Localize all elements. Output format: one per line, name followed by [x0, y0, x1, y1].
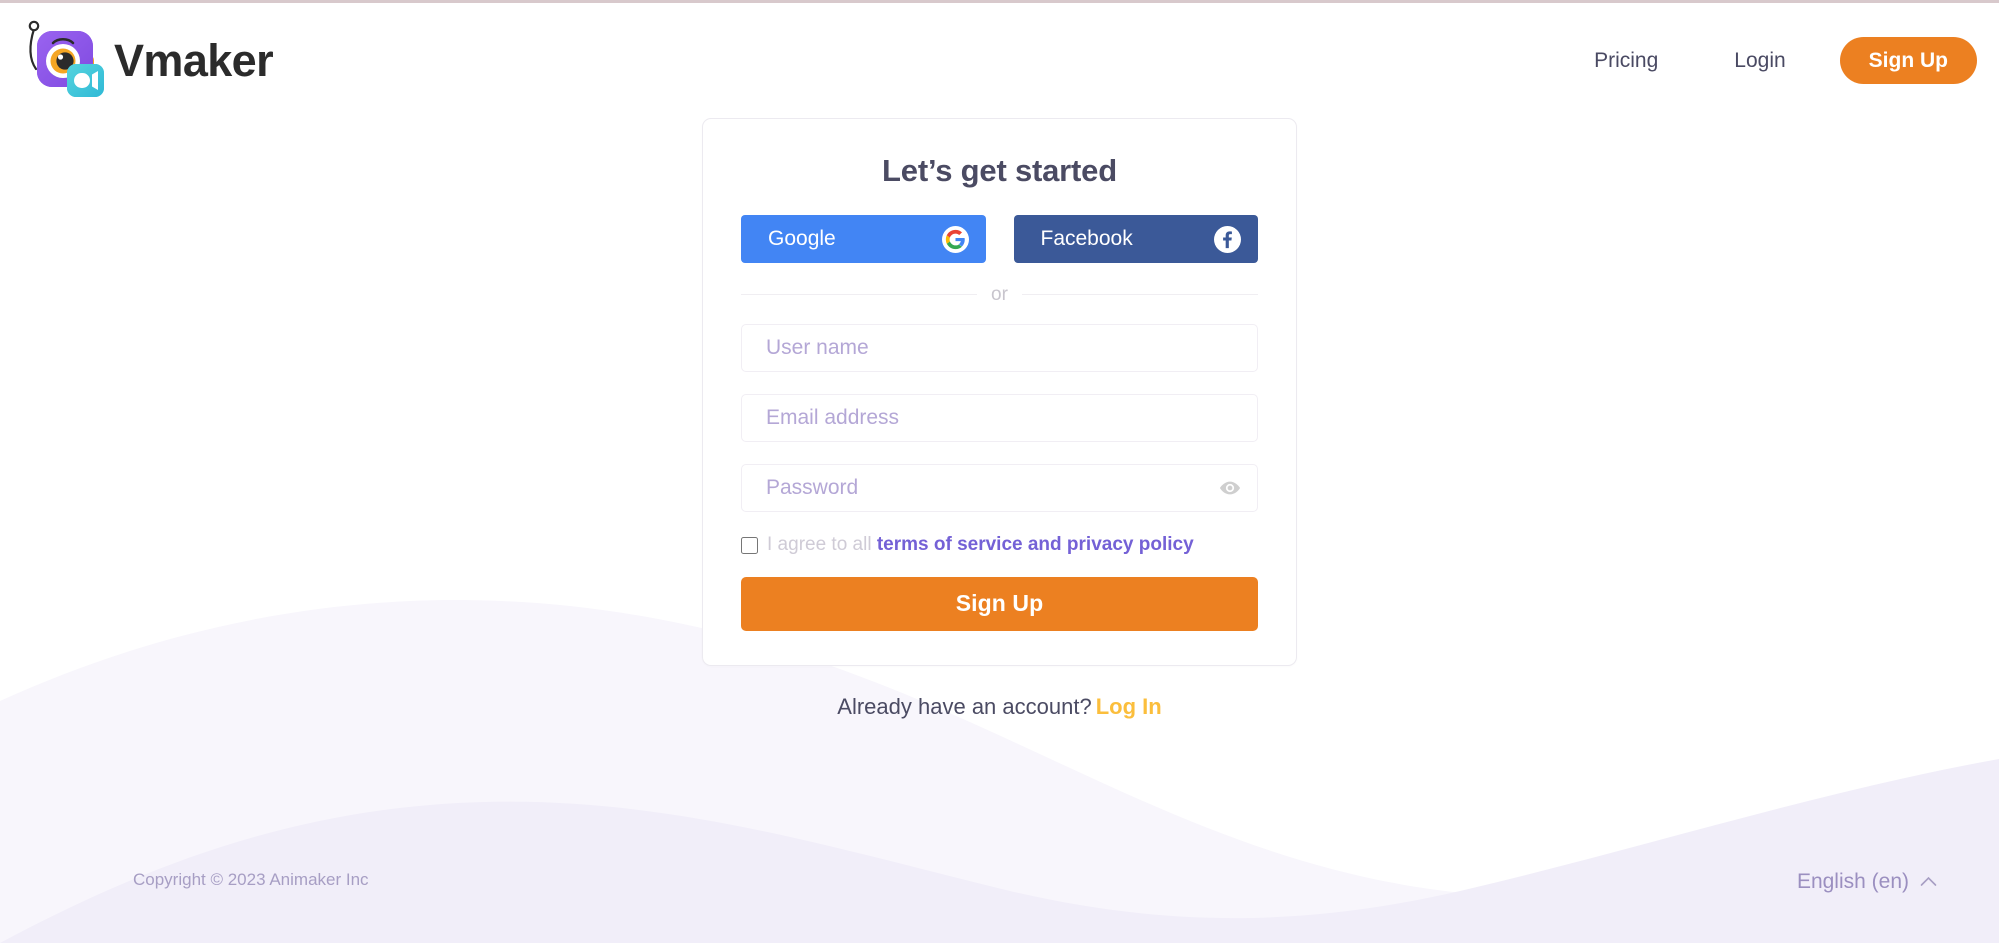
social-login-row: Google Facebook	[741, 215, 1258, 263]
email-input[interactable]	[741, 394, 1258, 442]
page-title: Let’s get started	[882, 153, 1117, 188]
terms-of-service-link[interactable]: terms of service and privacy policy	[877, 534, 1194, 555]
google-signup-button[interactable]: Google	[741, 215, 986, 263]
divider-label: or	[991, 284, 1008, 305]
or-divider: or	[741, 285, 1258, 304]
password-input[interactable]	[741, 464, 1258, 512]
main-stage: Let’s get started Google Facebook or Use…	[0, 118, 1999, 720]
google-button-label: Google	[768, 227, 836, 250]
vmaker-camera-logo-icon	[28, 20, 104, 97]
language-selector[interactable]: English (en)	[1797, 871, 1937, 892]
site-footer: Copyright © 2023 Animaker Inc English (e…	[0, 823, 1999, 943]
facebook-icon	[1214, 225, 1241, 253]
header-signup-button[interactable]: Sign Up	[1839, 37, 1977, 84]
site-header: Vmaker Pricing Login Sign Up	[0, 3, 1999, 118]
terms-text: I agree to all terms of service and priv…	[767, 534, 1194, 557]
brand-name: Vmaker	[114, 35, 274, 86]
eye-icon	[1219, 481, 1241, 495]
copyright-text: Copyright © 2023 Animaker Inc	[133, 870, 369, 889]
existing-account-prompt: Already have an account?	[837, 693, 1092, 719]
language-label: English (en)	[1796, 870, 1909, 893]
divider-rule-left	[741, 294, 978, 295]
login-link[interactable]: Log In	[1096, 694, 1162, 719]
nav-link-pricing[interactable]: Pricing	[1556, 40, 1696, 81]
username-field	[741, 324, 1258, 372]
facebook-button-label: Facebook	[1040, 227, 1133, 250]
terms-agreement-row: I agree to all terms of service and priv…	[741, 534, 1258, 557]
terms-prefix: I agree to all	[767, 534, 877, 555]
username-input[interactable]	[741, 324, 1258, 372]
terms-checkbox[interactable]	[741, 536, 758, 554]
chevron-up-icon	[1920, 876, 1937, 886]
email-field	[741, 394, 1258, 442]
signup-submit-button[interactable]: Sign Up	[741, 576, 1258, 631]
google-icon	[941, 225, 969, 253]
facebook-signup-button[interactable]: Facebook	[1013, 215, 1258, 263]
password-field	[741, 464, 1258, 512]
existing-account-row: Already have an account? Log In	[837, 694, 1161, 720]
toggle-password-visibility-button[interactable]	[1219, 477, 1241, 499]
divider-rule-right	[1021, 294, 1258, 295]
signup-card: Let’s get started Google Facebook or Use…	[702, 118, 1297, 666]
header-nav: Pricing Login Sign Up	[1556, 37, 1977, 84]
brand-logo-link[interactable]: Vmaker	[20, 15, 274, 107]
nav-link-login[interactable]: Login	[1696, 40, 1823, 81]
